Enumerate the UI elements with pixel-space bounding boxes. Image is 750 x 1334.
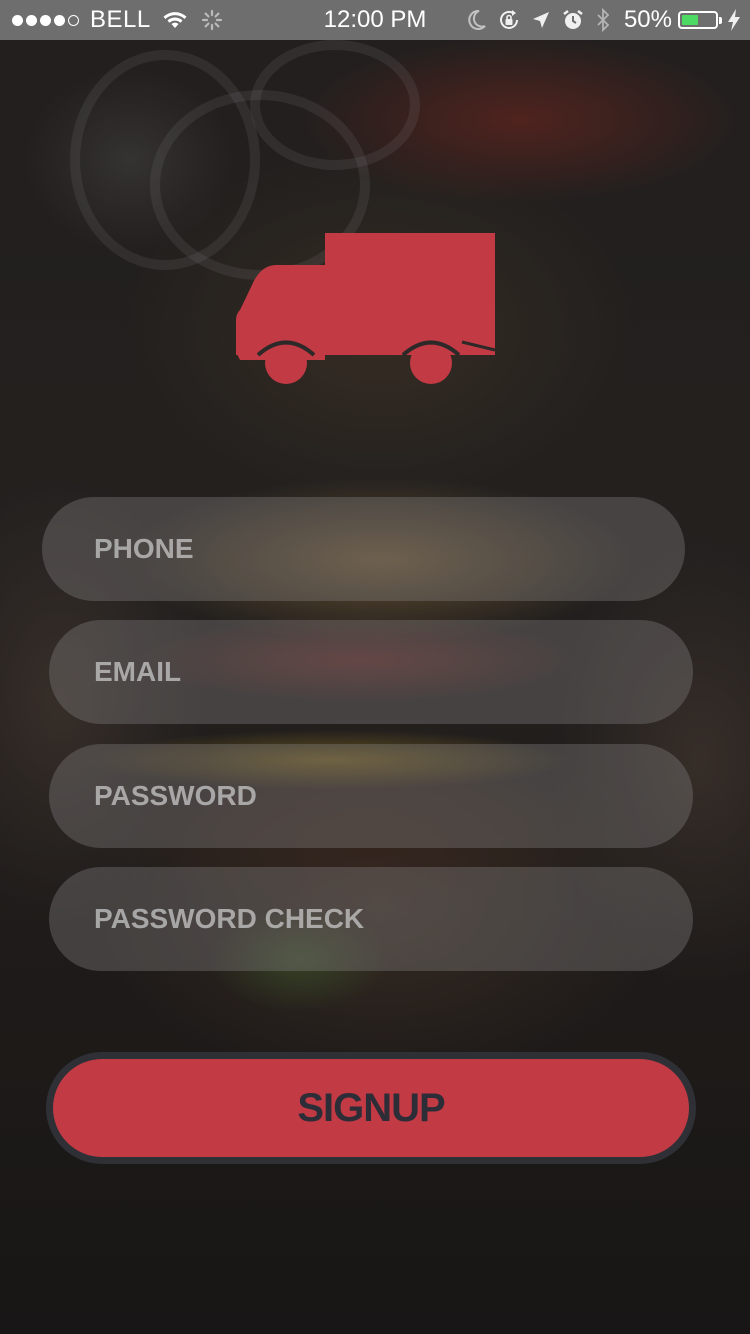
phone-input[interactable]: [42, 497, 685, 601]
wifi-icon: [163, 11, 187, 29]
location-arrow-icon: [532, 11, 550, 29]
bluetooth-icon: [596, 8, 610, 32]
signup-button[interactable]: SIGNUP: [53, 1059, 689, 1157]
email-field[interactable]: [49, 620, 693, 724]
email-input[interactable]: [49, 620, 693, 724]
signup-button-label: SIGNUP: [297, 1085, 445, 1130]
password-field[interactable]: [49, 744, 693, 848]
phone-field[interactable]: [42, 497, 685, 601]
carrier-name: BELL: [90, 6, 151, 33]
password-input[interactable]: [49, 744, 693, 848]
delivery-truck-icon: [230, 230, 500, 390]
moon-icon: [468, 10, 486, 30]
signal-dots-icon: [12, 14, 82, 26]
alarm-icon: [562, 9, 584, 31]
battery-percent: 50%: [623, 6, 672, 33]
battery-icon: [678, 11, 722, 29]
status-time: 12:00 PM: [323, 6, 427, 33]
signup-screen: BELL 12:00 PM 50% PHONE EMAIL SIGNUP: [0, 0, 750, 1334]
rotation-lock-icon: [498, 9, 520, 31]
status-bar: BELL 12:00 PM 50%: [0, 0, 750, 40]
password-check-field[interactable]: [49, 867, 693, 971]
password-check-input[interactable]: [49, 867, 693, 971]
activity-spinner-icon: [201, 9, 223, 31]
charging-bolt-icon: [728, 9, 740, 31]
